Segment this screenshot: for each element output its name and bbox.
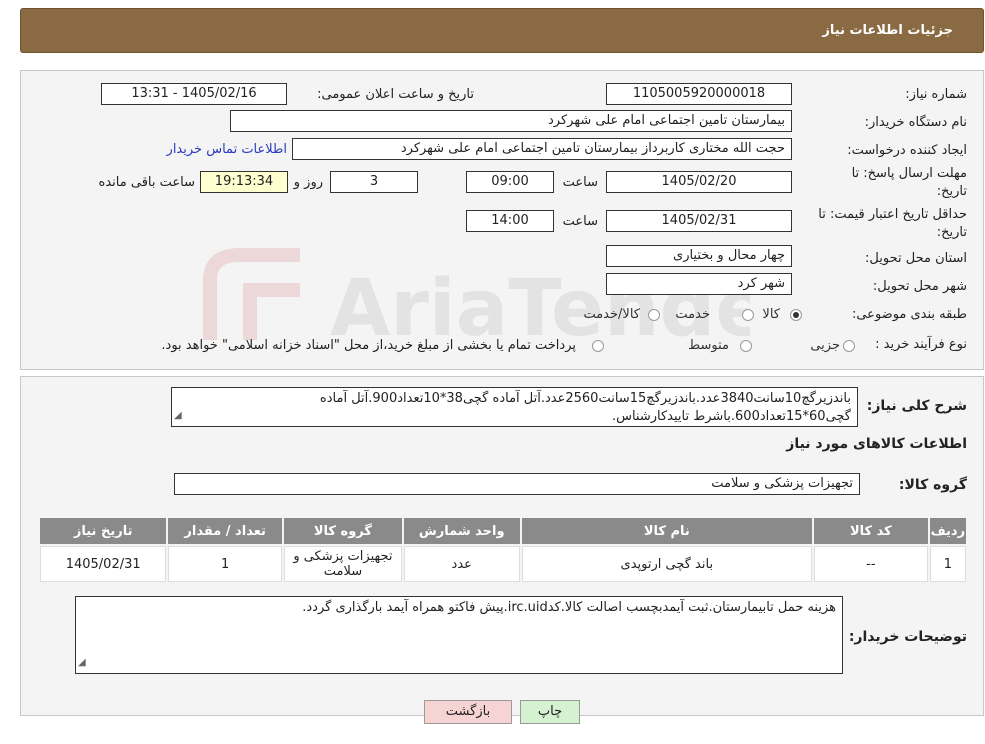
deadline-date-field: 1405/02/20 (606, 171, 792, 193)
resize-grip-icon[interactable]: ◢ (78, 654, 86, 672)
cell-row-number: 1 (929, 546, 966, 582)
col-quantity: تعداد / مقدار (168, 518, 282, 544)
purchase-type-label: نوع فرآیند خرید : (875, 337, 967, 352)
table-row: 1 -- باند گچی ارتوپدی عدد تجهیزات پزشکی … (40, 546, 966, 582)
goods-group-label: گروه کالا: (898, 477, 967, 493)
description-line-2: گچی60*15تعداد600.باشرط تاییدکارشناس. (611, 409, 851, 424)
announce-datetime-field: 1405/02/16 - 13:31 (101, 83, 287, 105)
col-item-group: گروه کالا (283, 518, 402, 544)
deadline-time-field: 09:00 (466, 171, 554, 193)
deadline-label-date: تاریخ: (936, 184, 967, 199)
page-header: جزئیات اطلاعات نیاز (20, 8, 984, 53)
need-number-field: 1105005920000018 (606, 83, 792, 105)
goods-section-title: اطلاعات کالاهای مورد نیاز (786, 436, 967, 452)
validity-label-date: تاریخ: (936, 225, 967, 240)
page-title: جزئیات اطلاعات نیاز (822, 23, 953, 38)
col-unit: واحد شمارش (403, 518, 520, 544)
requester-field: حجت الله مختاری کاربرداز بیمارستان تامین… (292, 138, 792, 160)
cell-need-date: 1405/02/31 (40, 546, 167, 582)
buyer-contact-link[interactable]: اطلاعات تماس خریدار (167, 142, 287, 157)
col-row-number: ردیف (929, 518, 966, 544)
city-field: شهر کرد (606, 273, 792, 295)
buyer-org-label: نام دستگاه خریدار: (864, 115, 967, 130)
announce-datetime-label: تاریخ و ساعت اعلان عمومی: (317, 87, 474, 102)
deadline-days-field: 3 (330, 171, 418, 193)
table-header-row: ردیف کد کالا نام کالا واحد شمارش گروه کا… (40, 518, 966, 544)
remaining-time-field: 19:13:34 (200, 171, 288, 193)
description-label: شرح کلی نیاز: (866, 398, 967, 414)
purchase-radio-medium[interactable] (740, 340, 752, 352)
purchase-radio-minor[interactable] (843, 340, 855, 352)
buyer-org-field: بیمارستان تامین اجتماعی امام علی شهرکرد (230, 110, 792, 132)
items-table: ردیف کد کالا نام کالا واحد شمارش گروه کا… (38, 516, 968, 584)
purchase-treasury-note: پرداخت تمام یا بخشی از مبلغ خرید،از محل … (161, 338, 576, 353)
validity-time-label: ساعت (562, 214, 598, 229)
category-option-goods: کالا (762, 307, 780, 322)
cell-item-group: تجهیزات پزشکی و سلامت (283, 546, 402, 582)
deadline-time-label: ساعت (562, 175, 598, 190)
col-need-date: تاریخ نیاز (40, 518, 167, 544)
back-button[interactable]: بازگشت (424, 700, 512, 724)
need-number-label: شماره نیاز: (905, 87, 967, 102)
cell-item-code: -- (814, 546, 928, 582)
category-option-goods-service: کالا/خدمت (583, 307, 640, 322)
cell-quantity: 1 (168, 546, 282, 582)
purchase-option-minor: جزیی (810, 338, 840, 353)
category-radio-goods[interactable] (790, 309, 802, 321)
deadline-days-label: روز و (293, 175, 323, 190)
validity-date-field: 1405/02/31 (606, 210, 792, 232)
deadline-label: مهلت ارسال پاسخ: تا (851, 166, 967, 181)
cell-unit: عدد (403, 546, 520, 582)
category-label: طبقه بندی موضوعی: (851, 307, 967, 322)
purchase-radio-treasury[interactable] (592, 340, 604, 352)
province-label: استان محل تحویل: (865, 251, 967, 266)
buyer-notes-text: هزینه حمل تابیمارستان.ثبت آیمدبچسب اصالت… (302, 600, 836, 615)
buyer-notes-label: توضیحات خریدار: (848, 629, 967, 645)
remaining-time-label: ساعت باقی مانده (98, 175, 195, 190)
city-label: شهر محل تحویل: (872, 279, 967, 294)
buyer-notes-textarea[interactable]: هزینه حمل تابیمارستان.ثبت آیمدبچسب اصالت… (75, 596, 843, 674)
category-radio-service[interactable] (742, 309, 754, 321)
col-item-code: کد کالا (814, 518, 928, 544)
category-radio-goods-service[interactable] (648, 309, 660, 321)
category-option-service: خدمت (675, 307, 710, 322)
description-line-1: باندزیرگچ10سانت3840عدد.باندزیرگچ15سانت25… (319, 391, 851, 406)
purchase-option-medium: متوسط (688, 338, 729, 353)
validity-time-field: 14:00 (466, 210, 554, 232)
cell-item-name: باند گچی ارتوپدی (521, 546, 813, 582)
requester-label: ایجاد کننده درخواست: (847, 143, 967, 158)
print-button[interactable]: چاپ (520, 700, 580, 724)
description-textarea[interactable]: باندزیرگچ10سانت3840عدد.باندزیرگچ15سانت25… (171, 387, 858, 427)
validity-label: حداقل تاریخ اعتبار قیمت: تا (818, 207, 967, 222)
province-field: چهار محال و بختیاری (606, 245, 792, 267)
items-table-wrapper: ردیف کد کالا نام کالا واحد شمارش گروه کا… (38, 516, 968, 584)
goods-group-field: تجهیزات پزشکی و سلامت (174, 473, 860, 495)
resize-grip-icon[interactable]: ◢ (174, 407, 182, 425)
col-item-name: نام کالا (521, 518, 813, 544)
